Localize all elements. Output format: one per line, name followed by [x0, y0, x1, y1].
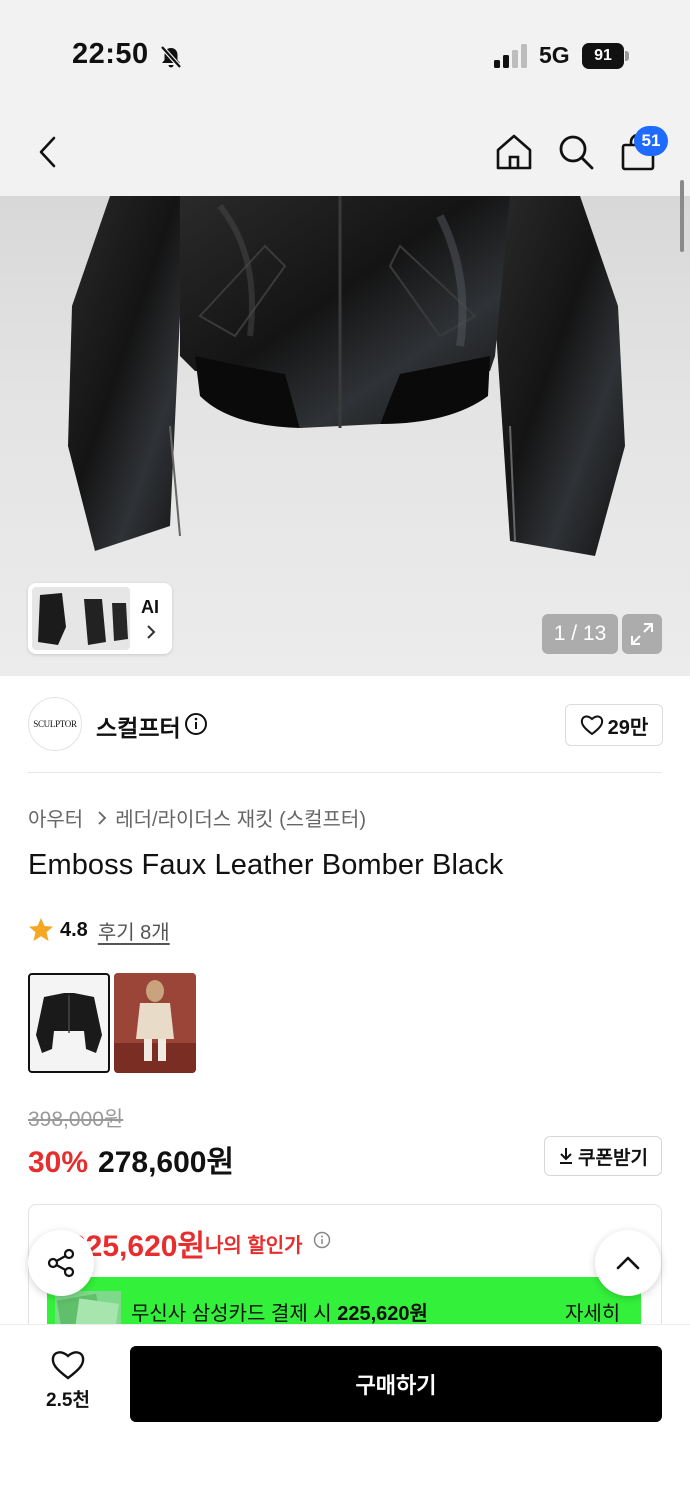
discount-rate: 30%	[28, 1146, 89, 1179]
divider	[28, 772, 662, 773]
brand-like-button[interactable]: 29만	[565, 704, 663, 746]
info-icon[interactable]	[313, 1231, 331, 1249]
ai-label: AI	[141, 597, 159, 617]
battery-level: 91	[582, 43, 624, 69]
brand-like-count: 29만	[607, 716, 649, 739]
coupon-label: 쿠폰받기	[578, 1147, 648, 1169]
image-page-counter: 1 / 13	[542, 614, 618, 654]
heart-icon	[51, 1351, 85, 1380]
product-title: Emboss Faux Leather Bomber Black	[28, 849, 504, 881]
star-icon	[29, 918, 53, 941]
expand-icon	[631, 623, 653, 645]
download-icon	[560, 1148, 573, 1164]
brand-logo[interactable]: SCULPTOR	[28, 697, 82, 751]
network-label: 5G	[539, 42, 570, 68]
share-button[interactable]	[28, 1230, 94, 1296]
chevron-right-icon	[98, 810, 107, 825]
search-icon	[559, 135, 594, 170]
review-link[interactable]: 후기 8개	[98, 916, 170, 945]
scrollbar[interactable]	[680, 180, 684, 252]
color-swatch-black[interactable]	[28, 973, 110, 1073]
ai-similar-button[interactable]: AI	[28, 583, 172, 654]
heart-icon	[580, 715, 603, 736]
chevron-up-icon	[616, 1256, 640, 1270]
sale-price: 278,600원	[98, 1146, 235, 1179]
info-icon[interactable]	[184, 712, 208, 736]
wishlist-count: 2.5천	[46, 1390, 90, 1411]
status-bar: 22:50 5G 91	[0, 0, 690, 110]
rating-value: 4.8	[60, 918, 88, 941]
share-icon	[47, 1248, 75, 1278]
breadcrumb: 아우터 레더/라이더스 재킷 (스컬프터)	[28, 803, 366, 832]
buy-button[interactable]: 구매하기	[130, 1346, 662, 1422]
status-time: 22:50	[72, 38, 149, 70]
search-button[interactable]	[552, 128, 600, 176]
breadcrumb-category[interactable]: 아우터	[28, 803, 83, 832]
top-nav-bar	[0, 110, 690, 196]
home-icon	[496, 134, 532, 170]
home-button[interactable]	[490, 128, 538, 176]
ai-thumbnail	[32, 587, 130, 650]
rating-row: 4.8 후기 8개	[28, 915, 170, 945]
bell-slash-icon	[160, 45, 182, 69]
card-promo-text: 무신사 삼성카드 결제 시 225,620원	[131, 1303, 428, 1325]
brand-row: SCULPTOR 스컬프터 29만	[28, 697, 663, 753]
signal-icon	[494, 44, 527, 68]
scroll-top-button[interactable]	[595, 1230, 661, 1296]
breadcrumb-subcategory[interactable]: 레더/라이더스 재킷 (스컬프터)	[115, 803, 366, 832]
color-swatch-model[interactable]	[114, 973, 196, 1073]
cart-count-badge: 51	[634, 126, 668, 156]
price-row: 30% 278,600원	[28, 1137, 234, 1181]
wishlist-button[interactable]: 2.5천	[28, 1349, 108, 1419]
brand-name[interactable]: 스컬프터	[96, 709, 181, 743]
my-price-box: 225,620원 나의 할인가 무신사 삼성카드 결제 시 225,620원 자…	[28, 1204, 662, 1334]
back-button[interactable]	[24, 128, 72, 176]
bottom-action-bar: 2.5천 구매하기	[0, 1324, 690, 1500]
card-detail-link[interactable]: 자세히	[565, 1297, 620, 1326]
expand-image-button[interactable]	[622, 614, 662, 654]
my-price-label: 나의 할인가	[205, 1235, 303, 1257]
original-price: 398,000원	[28, 1108, 124, 1131]
chevron-right-icon	[147, 625, 156, 639]
battery-icon: 91	[582, 43, 630, 69]
coupon-button[interactable]: 쿠폰받기	[544, 1136, 662, 1176]
chevron-left-icon	[39, 136, 56, 168]
